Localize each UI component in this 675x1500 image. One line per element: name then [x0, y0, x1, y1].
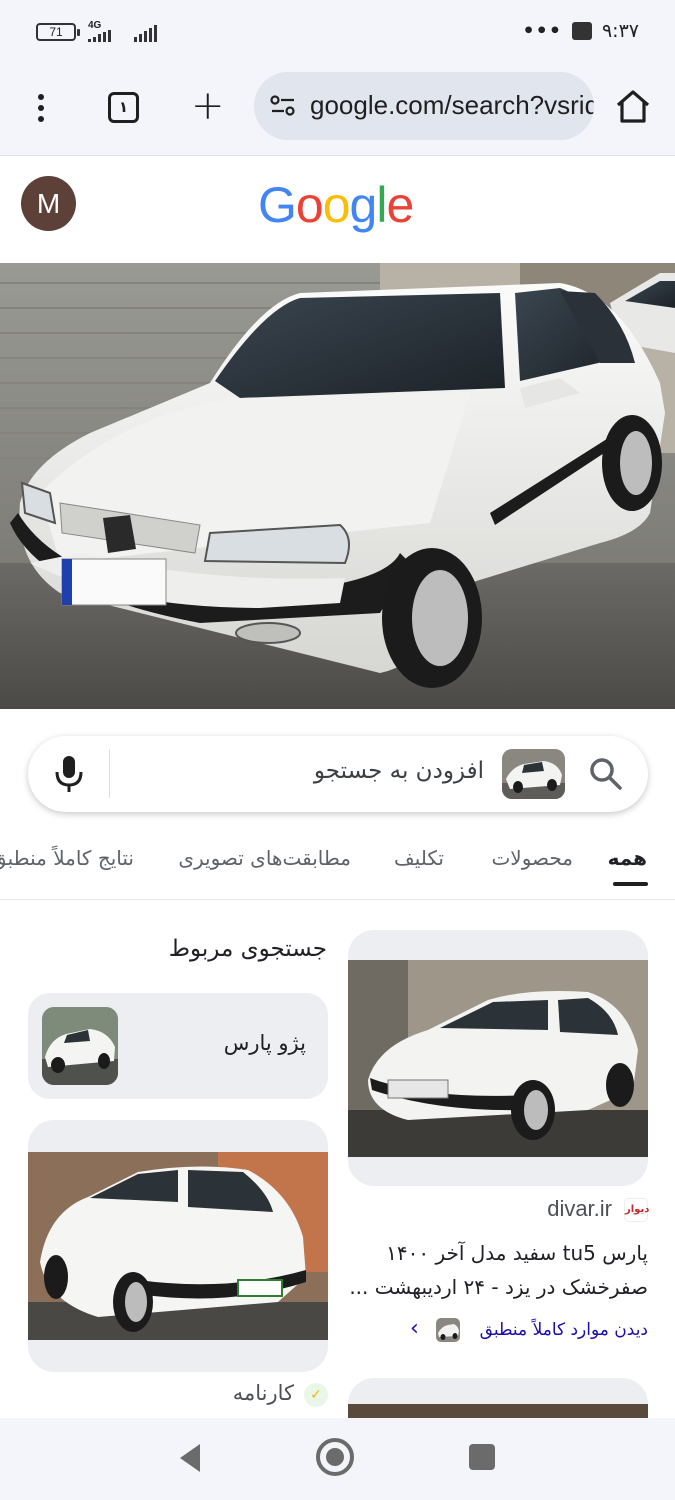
- active-tab-indicator: [613, 882, 648, 886]
- tab-switcher-button[interactable]: ۱: [108, 92, 139, 123]
- source-name[interactable]: divar.ir: [547, 1196, 612, 1222]
- tab-all[interactable]: همه: [608, 846, 647, 870]
- google-logo[interactable]: Google: [258, 176, 414, 234]
- logo-letter: G: [258, 177, 297, 233]
- related-search-thumbnail: [42, 1007, 118, 1085]
- tab-exact-matches[interactable]: نتایج کاملاً منطبق: [0, 846, 134, 870]
- divider: [109, 750, 110, 798]
- query-image[interactable]: [0, 263, 675, 709]
- home-dot: [326, 1448, 344, 1466]
- chevron-right-icon[interactable]: ›: [410, 1316, 419, 1341]
- notification-app-icon: [571, 22, 592, 40]
- add-to-search-text[interactable]: افزودن به جستجو: [314, 758, 484, 784]
- related-result-source[interactable]: ✓ کارنامه: [28, 1380, 328, 1410]
- signal-strength-icon: [88, 30, 111, 42]
- related-search-chip[interactable]: پژو پارس: [28, 993, 328, 1099]
- overflow-dots: •••: [522, 20, 562, 42]
- logo-letter: l: [376, 177, 387, 233]
- karnameh-favicon-icon: ✓: [304, 1383, 328, 1407]
- battery-icon: 71: [36, 23, 80, 41]
- result-title[interactable]: پارس tu5 سفید مدل آخر ۱۴۰۰ صفرخشک در یزد…: [348, 1236, 648, 1304]
- logo-letter: o: [322, 177, 351, 233]
- query-thumbnail[interactable]: [502, 749, 565, 799]
- result-card-image[interactable]: [348, 930, 648, 1186]
- site-settings-icon[interactable]: [270, 95, 296, 117]
- more-menu-icon[interactable]: [26, 90, 56, 126]
- related-search-label[interactable]: پژو پارس: [224, 1031, 306, 1055]
- add-to-search-bar[interactable]: افزودن به جستجو: [28, 736, 648, 812]
- exact-matches-link[interactable]: دیدن موارد کاملاً منطبق ›: [348, 1316, 648, 1346]
- tab-count: ۱: [118, 98, 129, 116]
- account-avatar[interactable]: M: [21, 176, 76, 231]
- logo-letter: g: [349, 177, 378, 233]
- back-icon[interactable]: [176, 1442, 204, 1474]
- microphone-icon[interactable]: [52, 754, 86, 794]
- tab-products[interactable]: محصولات: [491, 846, 573, 870]
- result-image[interactable]: [348, 960, 648, 1157]
- url-text[interactable]: google.com/search?vsrid=: [310, 90, 594, 121]
- divar-favicon-icon: دیوار: [624, 1198, 649, 1222]
- status-bar: 71 4G ••• ۹:۳۷: [0, 0, 675, 62]
- status-right: ••• ۹:۳۷: [523, 20, 639, 42]
- logo-letter: e: [386, 177, 414, 233]
- tab-visual-matches[interactable]: مطابقت‌های تصویری: [178, 846, 351, 870]
- clock: ۹:۳۷: [601, 20, 639, 42]
- related-searches-heading: جستجوی مربوط: [168, 936, 327, 962]
- recent-apps-icon[interactable]: [469, 1444, 495, 1470]
- exact-match-thumbnail: [436, 1318, 460, 1342]
- signal-strength-icon-2: [134, 24, 157, 42]
- related-source-name[interactable]: کارنامه: [233, 1381, 294, 1405]
- exact-matches-text[interactable]: دیدن موارد کاملاً منطبق: [480, 1320, 648, 1340]
- search-icon[interactable]: [588, 756, 624, 792]
- address-bar[interactable]: google.com/search?vsrid=: [254, 72, 594, 140]
- system-nav-bar: [0, 1418, 675, 1500]
- home-button[interactable]: [316, 1438, 354, 1476]
- related-result-image[interactable]: [28, 1152, 328, 1340]
- tab-homework[interactable]: تکلیف: [394, 846, 444, 870]
- logo-letter: o: [295, 177, 324, 233]
- result-source[interactable]: divar.ir دیوار: [348, 1194, 649, 1226]
- car-photo: [0, 263, 675, 709]
- home-icon[interactable]: [614, 88, 652, 124]
- battery-level: 71: [49, 25, 63, 39]
- related-result-card[interactable]: [28, 1120, 328, 1372]
- browser-toolbar: ۱ + google.com/search?vsrid=: [0, 62, 675, 156]
- result-tabs: همه محصولات تکلیف مطابقت‌های تصویری نتای…: [0, 830, 675, 900]
- new-tab-icon[interactable]: +: [191, 86, 225, 126]
- avatar-letter: M: [36, 188, 61, 219]
